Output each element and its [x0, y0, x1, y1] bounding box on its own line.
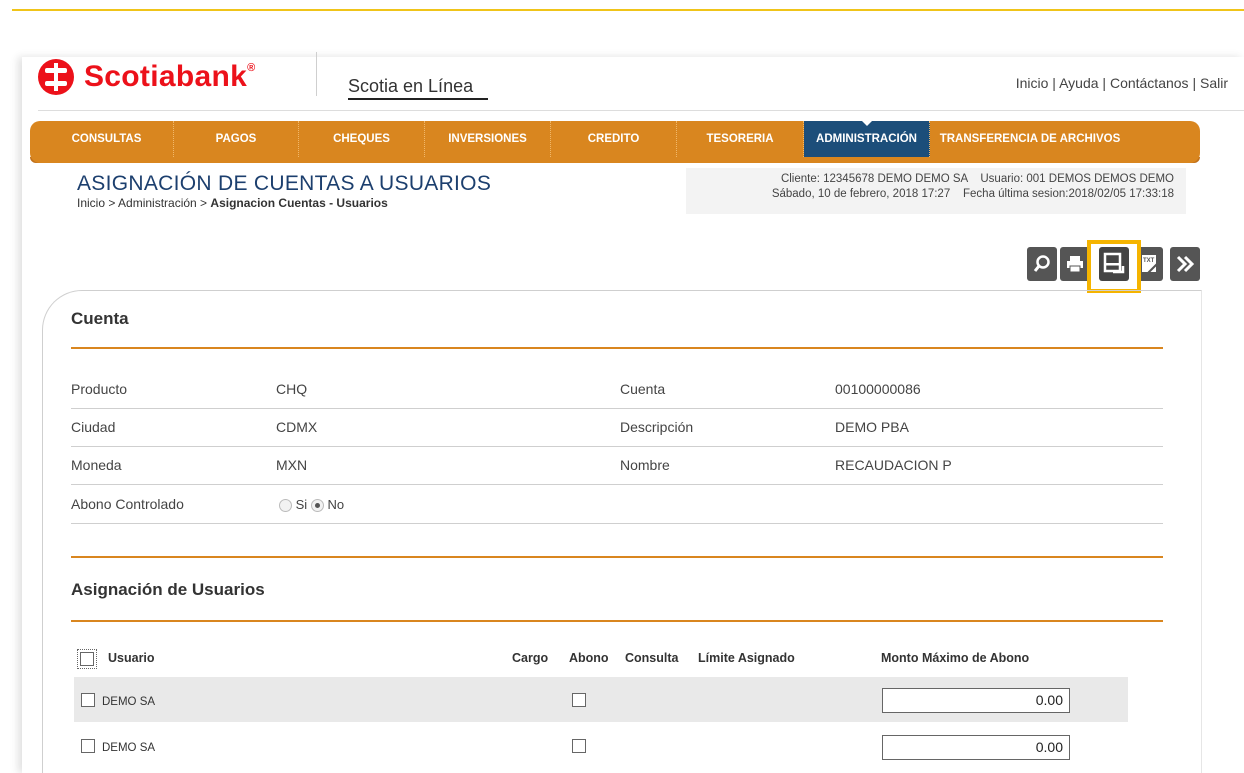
link-contactanos[interactable]: Contáctanos: [1110, 75, 1189, 91]
row-divider: [71, 446, 1163, 447]
nav-administracion[interactable]: ADMINISTRACIÓN: [804, 120, 930, 157]
page-title: ASIGNACIÓN DE CUENTAS A USUARIOS: [77, 172, 492, 195]
next-icon: [1176, 255, 1195, 273]
header-consulta: Consulta: [625, 651, 679, 665]
header-rule: [38, 110, 1244, 111]
nav-inversiones[interactable]: INVERSIONES: [425, 121, 551, 157]
nav-tesoreria[interactable]: TESORERIA: [677, 121, 804, 157]
breadcrumb-current: Asignacion Cuentas - Usuarios: [210, 196, 388, 210]
highlight-box: [1087, 240, 1141, 293]
abono-checkbox[interactable]: [572, 739, 586, 753]
top-accent-line: [12, 9, 1244, 11]
breadcrumb-path[interactable]: Inicio > Administración >: [77, 196, 210, 210]
nav-credito[interactable]: CREDITO: [551, 121, 677, 157]
nav-transferencia[interactable]: TRANSFERENCIA DE ARCHIVOS: [930, 121, 1130, 157]
radio-si[interactable]: [279, 499, 292, 513]
top-links: Inicio | Ayuda | Contáctanos | Salir: [1015, 75, 1228, 91]
link-ayuda[interactable]: Ayuda: [1059, 75, 1098, 91]
select-all-checkbox[interactable]: [77, 649, 97, 669]
row-divider: [71, 484, 1163, 485]
descripcion-value: DEMO PBA: [835, 419, 909, 435]
row-usuario: DEMO SA: [102, 742, 156, 754]
search-button[interactable]: [1027, 247, 1057, 281]
producto-value: CHQ: [276, 381, 308, 397]
nombre-value: RECAUDACION P: [835, 457, 952, 473]
header-usuario: Usuario: [108, 651, 155, 665]
print-icon: [1067, 256, 1083, 273]
logo-text: Scotiabank®: [84, 60, 256, 93]
radio-no-label: No: [327, 497, 345, 512]
header-monto: Monto Máximo de Abono: [881, 651, 1030, 665]
radio-no[interactable]: [310, 499, 324, 513]
monto-input[interactable]: 0.00: [882, 735, 1070, 760]
producto-label: Producto: [71, 381, 128, 397]
cuenta-title: Cuenta: [71, 309, 129, 328]
link-salir[interactable]: Salir: [1200, 75, 1228, 91]
nav-consultas[interactable]: CONSULTAS: [40, 121, 174, 157]
abono-checkbox[interactable]: [572, 693, 586, 707]
monto-input[interactable]: 0.00: [882, 688, 1070, 713]
client-info: Cliente: 12345678 DEMO DEMO SA Usuario: …: [686, 168, 1186, 214]
ciudad-value: CDMX: [276, 419, 318, 435]
search-icon: [1033, 255, 1050, 272]
nombre-label: Nombre: [620, 457, 670, 473]
main-nav: CONSULTAS PAGOS CHEQUES INVERSIONES CRED…: [30, 120, 1200, 163]
row-divider: [71, 408, 1163, 409]
descripcion-label: Descripción: [620, 419, 694, 435]
moneda-value: MXN: [276, 457, 308, 473]
print-button[interactable]: [1060, 247, 1090, 281]
row-usuario: DEMO SA: [102, 696, 156, 708]
txt-export-icon: TXT: [1142, 255, 1158, 275]
breadcrumb: Inicio > Administración > Asignacion Cue…: [77, 196, 388, 210]
cuenta-label: Cuenta: [620, 381, 666, 397]
next-button[interactable]: [1170, 247, 1200, 281]
scotiabank-logo-icon: [38, 59, 74, 95]
app-title-underline: [348, 98, 488, 100]
txt-label: TXT: [1143, 258, 1155, 264]
moneda-label: Moneda: [71, 457, 122, 473]
asignacion-title: Asignación de Usuarios: [71, 580, 265, 599]
header-cargo: Cargo: [512, 651, 549, 665]
abono-controlado-radios: Si No: [279, 497, 345, 513]
header-abono: Abono: [569, 651, 609, 665]
client-info-line2: Sábado, 10 de febrero, 2018 17:27 Fecha …: [771, 188, 1174, 200]
radio-si-label: Si: [295, 497, 308, 512]
abono-controlado-label: Abono Controlado: [71, 496, 184, 512]
ciudad-label: Ciudad: [71, 419, 116, 435]
app-title: Scotia en Línea: [348, 76, 474, 96]
row-checkbox[interactable]: [81, 739, 95, 753]
client-info-line1: Cliente: 12345678 DEMO DEMO SA Usuario: …: [780, 173, 1174, 185]
row-checkbox[interactable]: [81, 693, 95, 707]
nav-cheques[interactable]: CHEQUES: [299, 121, 425, 157]
asignacion-rule: [71, 620, 1163, 622]
header-limite: Límite Asignado: [698, 651, 795, 665]
header-divider: [316, 52, 317, 96]
asignacion-top-rule: [71, 556, 1163, 558]
cuenta-rule: [71, 347, 1163, 349]
cuenta-value: 00100000086: [835, 381, 921, 397]
link-inicio[interactable]: Inicio: [1016, 75, 1049, 91]
scotiabank-logo[interactable]: Scotiabank®: [38, 59, 255, 95]
row-divider: [71, 523, 1163, 524]
nav-pagos[interactable]: PAGOS: [174, 121, 299, 157]
